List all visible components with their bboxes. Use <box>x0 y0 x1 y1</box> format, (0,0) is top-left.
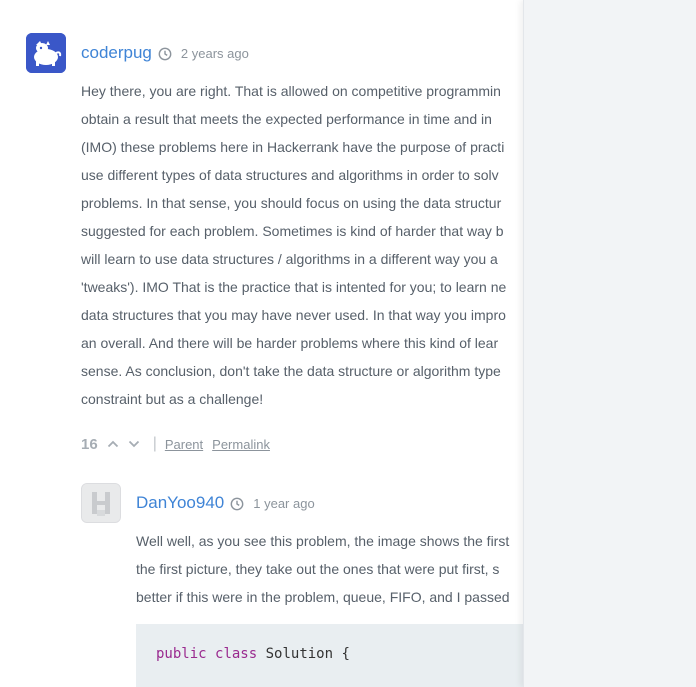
parent-link[interactable]: Parent <box>165 437 203 452</box>
comment-body: Hey there, you are right. That is allowe… <box>81 77 523 413</box>
timestamp: 2 years ago <box>180 45 249 61</box>
comment-line: sense. As conclusion, don't take the dat… <box>81 363 501 379</box>
username[interactable]: DanYoo940 <box>136 493 224 513</box>
comment-body: Well well, as you see this problem, the … <box>136 527 523 611</box>
avatar[interactable] <box>26 33 66 73</box>
comment-line: use different types of data structures a… <box>81 167 499 183</box>
comment-line: will learn to use data structures / algo… <box>81 251 498 267</box>
comment-header: coderpug 2 years ago <box>81 41 249 65</box>
comment-line: the first picture, they take out the one… <box>136 561 500 577</box>
comment-line: constraint but as a challenge! <box>81 391 264 407</box>
comment-line: suggested for each problem. Sometimes is… <box>81 223 504 239</box>
side-panel <box>523 0 696 687</box>
clock-icon <box>158 47 172 61</box>
comment-line: obtain a result that meets the expected … <box>81 111 492 127</box>
clock-icon <box>230 497 244 511</box>
timestamp: 1 year ago <box>253 495 315 511</box>
code-line: public class Solution { <box>156 646 350 662</box>
comment-header: DanYoo940 1 year ago <box>136 491 315 515</box>
divider: | <box>152 435 157 452</box>
chevron-down-icon[interactable] <box>127 437 141 451</box>
comment-line: better if this were in the problem, queu… <box>136 589 510 605</box>
code-text: Solution { <box>257 646 350 662</box>
avatar[interactable] <box>81 483 121 523</box>
identicon-avatar-icon <box>82 484 120 522</box>
chevron-up-icon[interactable] <box>106 437 120 451</box>
vote-count: 16 <box>81 435 98 453</box>
permalink-link[interactable]: Permalink <box>212 437 270 452</box>
code-keyword: class <box>215 646 258 662</box>
comment-line: Hey there, you are right. That is allowe… <box>81 83 501 99</box>
comment-line: (IMO) these problems here in Hackerrank … <box>81 139 505 155</box>
comment-line: Well well, as you see this problem, the … <box>136 533 510 549</box>
comment-line: 'tweaks'). IMO That is the practice that… <box>81 279 507 295</box>
code-keyword: public <box>156 646 207 662</box>
comment-line: problems. In that sense, you should focu… <box>81 195 502 211</box>
pug-avatar-icon <box>26 33 66 73</box>
username[interactable]: coderpug <box>81 43 152 63</box>
comment-line: data structures that you may have never … <box>81 307 506 323</box>
code-block: public class Solution { <box>136 624 523 687</box>
comment-line: an overall. And there will be harder pro… <box>81 335 499 351</box>
comment-actions: 16 | Parent Permalink <box>81 433 279 455</box>
discussion-thread: coderpug 2 years ago Hey there, you are … <box>0 0 523 687</box>
